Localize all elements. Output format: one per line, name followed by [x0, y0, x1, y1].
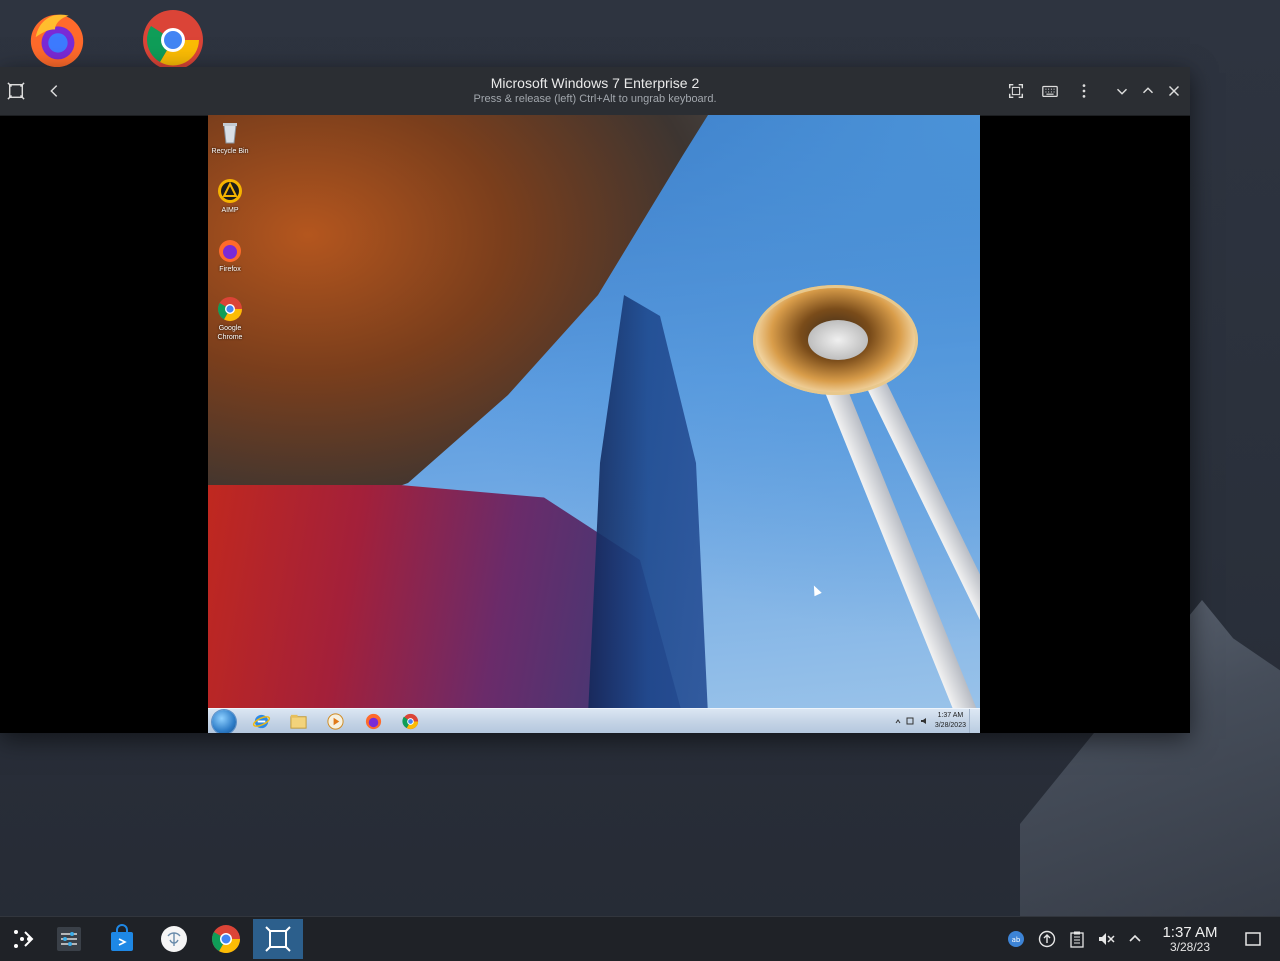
vm-viewer-taskbar-button[interactable]: [253, 919, 303, 959]
chrome-desktop-icon[interactable]: [141, 8, 203, 70]
mouse-cursor: [810, 583, 822, 597]
svg-text:ab: ab: [1012, 936, 1021, 944]
vm-viewer-window: Microsoft Windows 7 Enterprise 2 Press &…: [0, 67, 1190, 733]
firefox-icon: [30, 14, 84, 68]
firefox-icon: [219, 240, 241, 262]
guest-icon-label: Google Chrome: [217, 325, 243, 341]
system-settings-button[interactable]: [47, 919, 91, 959]
firefox-desktop-icon[interactable]: [26, 8, 88, 70]
start-button[interactable]: [212, 710, 236, 733]
chrome-icon: [143, 10, 203, 70]
launcher-icon: [14, 930, 34, 948]
fullscreen-icon[interactable]: [1004, 79, 1028, 103]
guest-clock-time: 1:37 AM: [937, 712, 964, 719]
wallpaper-glass: [588, 295, 708, 715]
aimp-icon: [218, 179, 242, 203]
show-desktop-icon[interactable]: [1242, 928, 1264, 950]
window-titlebar[interactable]: Microsoft Windows 7 Enterprise 2 Press &…: [0, 67, 1190, 116]
chrome-icon[interactable]: [401, 712, 420, 731]
chrome-icon: [217, 297, 242, 322]
settings-sliders-icon: [57, 927, 81, 951]
firefox-icon[interactable]: [364, 712, 383, 731]
guest-icon-recycle-bin[interactable]: Recycle Bin: [210, 119, 250, 156]
guest-icon-label: Firefox: [219, 266, 241, 273]
media-player-icon[interactable]: [326, 712, 345, 731]
guest-icon-label: Recycle Bin: [211, 148, 249, 155]
update-icon[interactable]: [1036, 928, 1058, 950]
chrome-taskbar-button[interactable]: [204, 919, 248, 959]
guest-clock[interactable]: 1:37 AM 3/28/2023: [935, 711, 966, 731]
internet-explorer-icon[interactable]: [252, 712, 271, 731]
tray-expand-icon[interactable]: [1124, 928, 1146, 950]
explorer-folder-icon[interactable]: [289, 712, 308, 731]
vm-app-icon: [265, 926, 291, 952]
guest-icon-aimp[interactable]: AIMP: [210, 178, 250, 215]
discover-store-button[interactable]: [100, 919, 144, 959]
volume-muted-icon[interactable]: [1095, 928, 1117, 950]
close-icon[interactable]: [1162, 79, 1186, 103]
send-key-icon[interactable]: [1038, 79, 1062, 103]
tray-icons: [895, 717, 926, 725]
panel-clock-time[interactable]: 1:37 AM: [1155, 924, 1225, 941]
store-bag-icon: [111, 924, 133, 951]
space-needle-cap: [808, 320, 868, 360]
panel-clock-date[interactable]: 3/28/23: [1155, 940, 1225, 954]
guest-screen[interactable]: Recycle Bin AIMP Firefox Google Chrome 1…: [208, 115, 980, 733]
guest-icon-firefox[interactable]: Firefox: [210, 237, 250, 274]
clipboard-icon[interactable]: [1066, 928, 1088, 950]
minimize-icon[interactable]: [1110, 79, 1134, 103]
app-round-icon: [161, 926, 187, 952]
show-desktop-button[interactable]: [969, 709, 980, 733]
app-button-4[interactable]: [152, 919, 196, 959]
taskbar-panel: ab: [0, 916, 1280, 961]
guest-system-tray[interactable]: [894, 716, 934, 726]
maximize-icon[interactable]: [1136, 79, 1160, 103]
guest-clock-date: 3/28/2023: [934, 722, 966, 729]
network-vpn-icon[interactable]: ab: [1005, 928, 1027, 950]
guest-icon-label: AIMP: [221, 207, 239, 214]
guest-taskbar: 1:37 AM 3/28/2023: [208, 708, 980, 733]
recycle-bin-icon: [223, 123, 237, 144]
app-launcher-button[interactable]: [0, 919, 44, 959]
guest-icon-chrome[interactable]: Google Chrome: [210, 296, 250, 342]
menu-icon[interactable]: [1072, 79, 1096, 103]
chrome-icon: [212, 925, 240, 953]
